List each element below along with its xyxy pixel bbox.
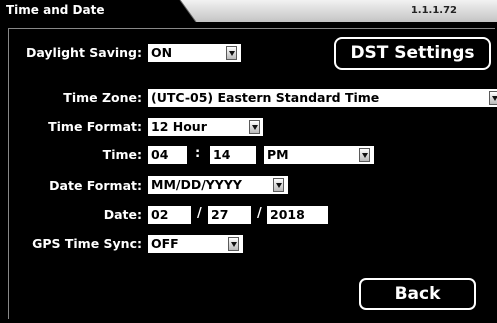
date-year-input[interactable]: 2018 xyxy=(267,206,328,224)
date-separator: / xyxy=(257,206,262,221)
time-ampm-value: PM xyxy=(267,147,289,162)
time-hour-value: 04 xyxy=(151,147,169,162)
time-zone-value: (UTC-05) Eastern Standard Time xyxy=(151,90,380,105)
dst-settings-button-label: DST Settings xyxy=(350,43,475,63)
chevron-down-icon[interactable] xyxy=(249,120,260,134)
back-button[interactable]: Back xyxy=(359,278,476,310)
date-day-value: 27 xyxy=(211,207,229,222)
version-label: 1.1.1.72 xyxy=(410,5,457,16)
time-format-label: Time Format: xyxy=(48,119,142,134)
time-hour-input[interactable]: 04 xyxy=(148,146,187,164)
daylight-saving-dropdown[interactable]: ON xyxy=(148,44,241,62)
time-ampm-dropdown[interactable]: PM xyxy=(264,146,374,164)
time-format-value: 12 Hour xyxy=(151,119,207,134)
daylight-saving-label: Daylight Saving: xyxy=(25,45,142,60)
date-format-label: Date Format: xyxy=(49,178,142,193)
time-minute-value: 14 xyxy=(213,147,231,162)
date-format-dropdown[interactable]: MM/DD/YYYY xyxy=(148,176,288,194)
chevron-down-icon[interactable] xyxy=(226,46,237,60)
date-month-input[interactable]: 02 xyxy=(148,206,191,224)
content-frame xyxy=(8,28,495,319)
time-separator: : xyxy=(195,146,201,161)
dst-settings-button[interactable]: DST Settings xyxy=(334,37,491,70)
daylight-saving-value: ON xyxy=(151,45,173,60)
chevron-down-icon[interactable] xyxy=(359,148,370,162)
chevron-down-icon[interactable] xyxy=(228,237,239,251)
time-zone-label: Time Zone: xyxy=(63,90,142,105)
date-separator: / xyxy=(197,206,202,221)
gps-time-sync-value: OFF xyxy=(151,236,179,251)
time-and-date-screen: Time and Date 1.1.1.72 Daylight Saving: … xyxy=(0,0,497,323)
gps-time-sync-dropdown[interactable]: OFF xyxy=(148,235,243,253)
gps-time-sync-label: GPS Time Sync: xyxy=(32,236,142,251)
chevron-down-icon[interactable] xyxy=(489,91,497,105)
date-day-input[interactable]: 27 xyxy=(208,206,251,224)
time-label: Time: xyxy=(102,147,142,162)
date-year-value: 2018 xyxy=(270,207,305,222)
header-bar: Time and Date 1.1.1.72 xyxy=(0,0,497,22)
date-month-value: 02 xyxy=(151,207,169,222)
page-title: Time and Date xyxy=(6,3,105,17)
time-zone-dropdown[interactable]: (UTC-05) Eastern Standard Time xyxy=(148,89,497,107)
date-label: Date: xyxy=(103,207,142,222)
back-button-label: Back xyxy=(394,284,441,304)
chevron-down-icon[interactable] xyxy=(273,178,284,192)
time-minute-input[interactable]: 14 xyxy=(210,146,256,164)
time-format-dropdown[interactable]: 12 Hour xyxy=(148,118,263,136)
date-format-value: MM/DD/YYYY xyxy=(151,177,242,192)
